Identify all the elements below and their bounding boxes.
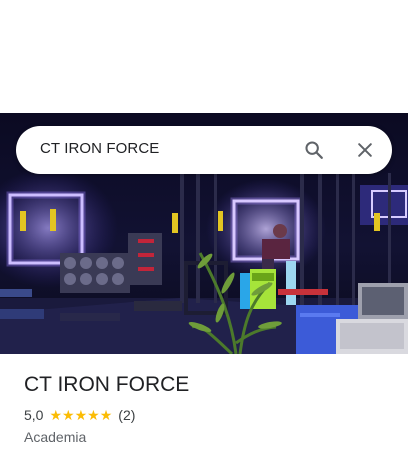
close-button[interactable] bbox=[353, 138, 377, 162]
place-info: CT IRON FORCE 5,0 ★ ★ ★ ★ ★ (2) Academia bbox=[24, 372, 384, 446]
star-icon: ★ bbox=[74, 407, 88, 423]
review-count[interactable]: (2) bbox=[118, 407, 135, 423]
rating-row[interactable]: 5,0 ★ ★ ★ ★ ★ (2) bbox=[24, 406, 384, 424]
star-rating: ★ ★ ★ ★ ★ bbox=[49, 408, 112, 422]
rating-value: 5,0 bbox=[24, 407, 44, 423]
search-query-text[interactable]: CT IRON FORCE bbox=[40, 140, 159, 157]
place-title: CT IRON FORCE bbox=[24, 373, 190, 396]
close-icon bbox=[358, 143, 372, 157]
star-icon: ★ bbox=[87, 407, 100, 423]
star-icon: ★ bbox=[62, 407, 75, 423]
star-icon: ★ bbox=[49, 407, 63, 423]
place-category: Academia bbox=[24, 429, 87, 445]
place-card: CT IRON FORCE CT IRON FORCE 5,0 ★ ★ ★ ★ … bbox=[0, 0, 408, 468]
search-button[interactable] bbox=[302, 138, 326, 162]
search-icon bbox=[305, 141, 323, 159]
star-icon: ★ bbox=[99, 407, 113, 423]
search-bar[interactable]: CT IRON FORCE bbox=[16, 126, 392, 174]
